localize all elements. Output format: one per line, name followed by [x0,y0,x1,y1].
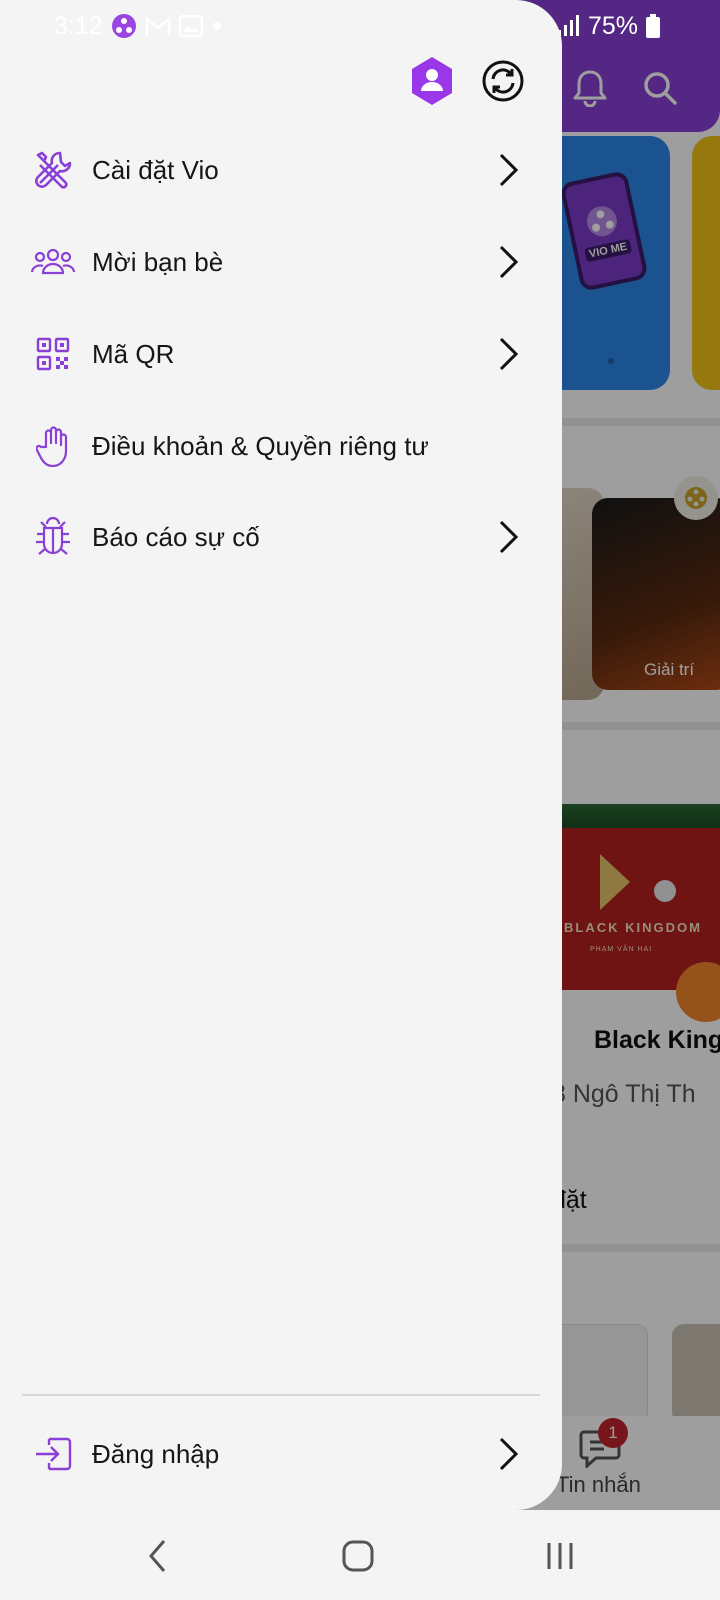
vio-app-notification-icon [111,13,137,39]
navigation-drawer: 3:12 Cài đặt Vio Mời bạn bè Mã QR Điều k… [0,0,562,1510]
menu-item-invite-friends[interactable]: Mời bạn bè [0,226,562,298]
gallery-icon [178,15,203,37]
status-bar-left: 3:12 [54,10,223,42]
chevron-right-icon [492,150,524,190]
sync-refresh-icon[interactable] [480,58,526,104]
bug-icon [30,514,76,560]
tools-icon [30,147,76,193]
menu-item-label: Cài đặt Vio [92,154,219,185]
home-icon[interactable] [328,1528,388,1584]
menu-item-label: Đăng nhập [92,1438,220,1469]
menu-item-label: Báo cáo sự cố [92,521,260,552]
menu-item-vio-settings[interactable]: Cài đặt Vio [0,134,562,206]
menu-item-label: Điều khoản & Quyền riêng tư [92,430,429,461]
chevron-right-icon [492,242,524,282]
hand-icon [30,423,76,469]
profile-avatar-icon[interactable] [409,57,455,105]
menu-item-terms-privacy[interactable]: Điều khoản & Quyền riêng tư [0,410,562,482]
chevron-right-icon [492,334,524,374]
more-notifications-dot-icon [211,20,223,32]
qr-code-icon [30,331,76,377]
drawer-divider [22,1394,540,1396]
chevron-right-icon [492,1434,524,1474]
gmail-icon [145,16,171,36]
menu-item-report-issue[interactable]: Báo cáo sự cố [0,501,562,573]
back-icon[interactable] [128,1528,188,1584]
menu-item-label: Mời bạn bè [92,246,224,277]
system-navigation-bar [0,1510,720,1600]
menu-item-qr-code[interactable]: Mã QR [0,318,562,390]
recent-apps-icon[interactable] [530,1528,590,1584]
battery-percentage: 75% [587,11,638,40]
status-time: 3:12 [54,11,103,40]
menu-item-login[interactable]: Đăng nhập [0,1418,562,1490]
login-icon [30,1431,76,1477]
battery-icon [646,14,660,38]
chevron-right-icon [492,517,524,557]
menu-item-label: Mã QR [92,338,175,369]
people-group-icon [30,239,76,285]
